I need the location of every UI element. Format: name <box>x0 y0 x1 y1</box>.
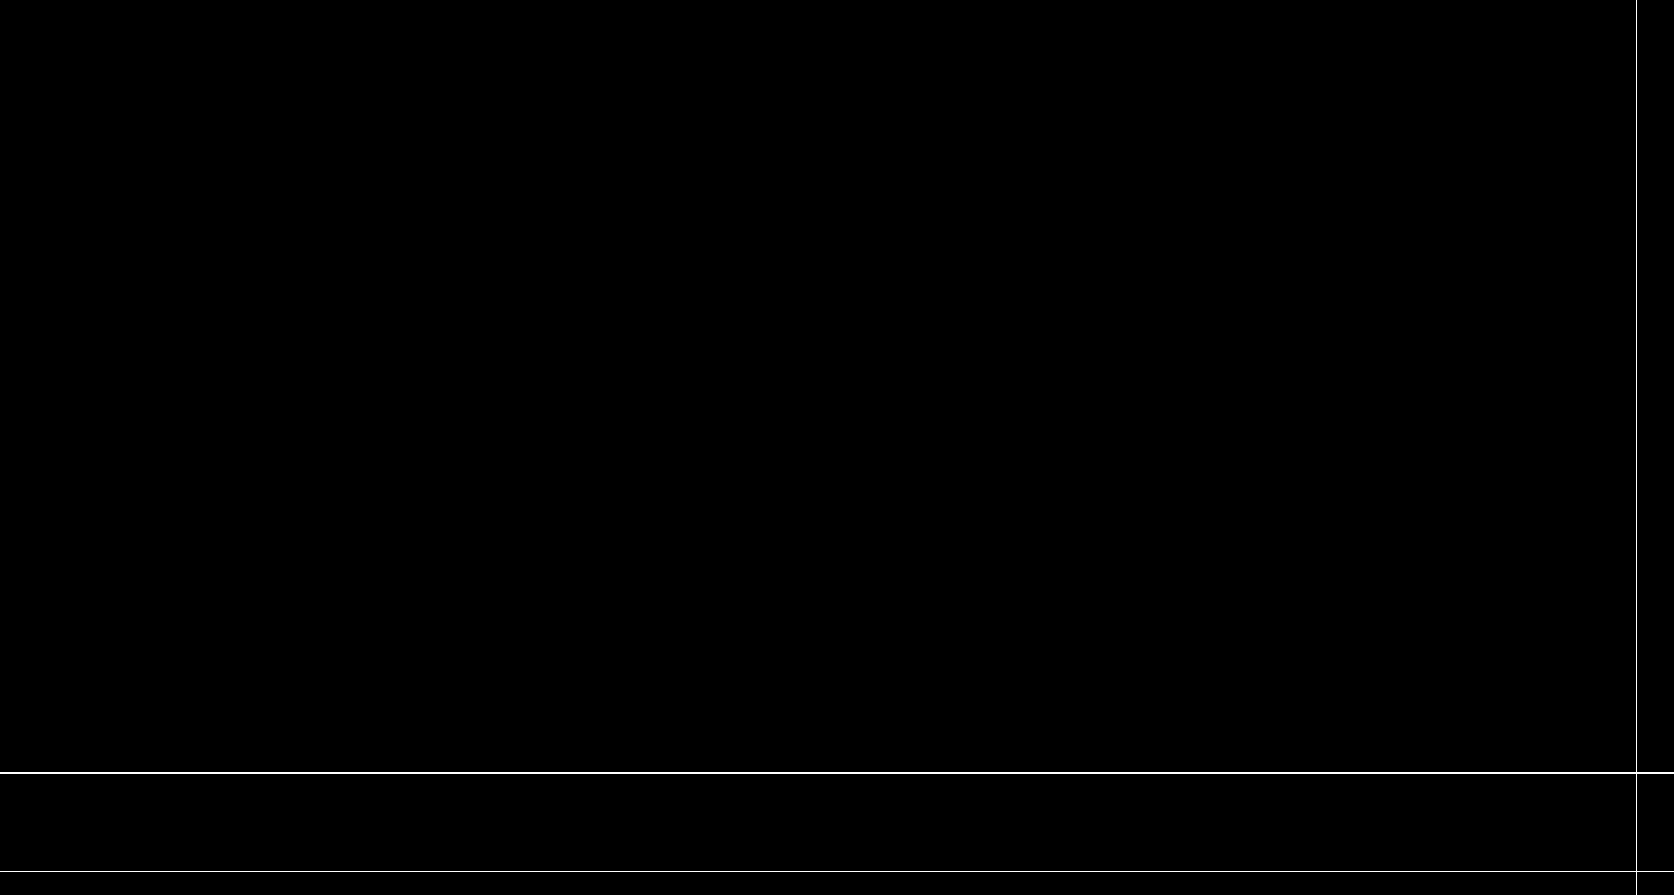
mt4-chart-window <box>0 0 1674 895</box>
window-separator[interactable] <box>0 772 1674 774</box>
stochastic-subwindow-canvas[interactable] <box>0 0 1636 96</box>
price-axis[interactable] <box>1637 0 1674 872</box>
time-axis[interactable] <box>0 872 1674 895</box>
main-chart-canvas[interactable] <box>0 0 1636 772</box>
